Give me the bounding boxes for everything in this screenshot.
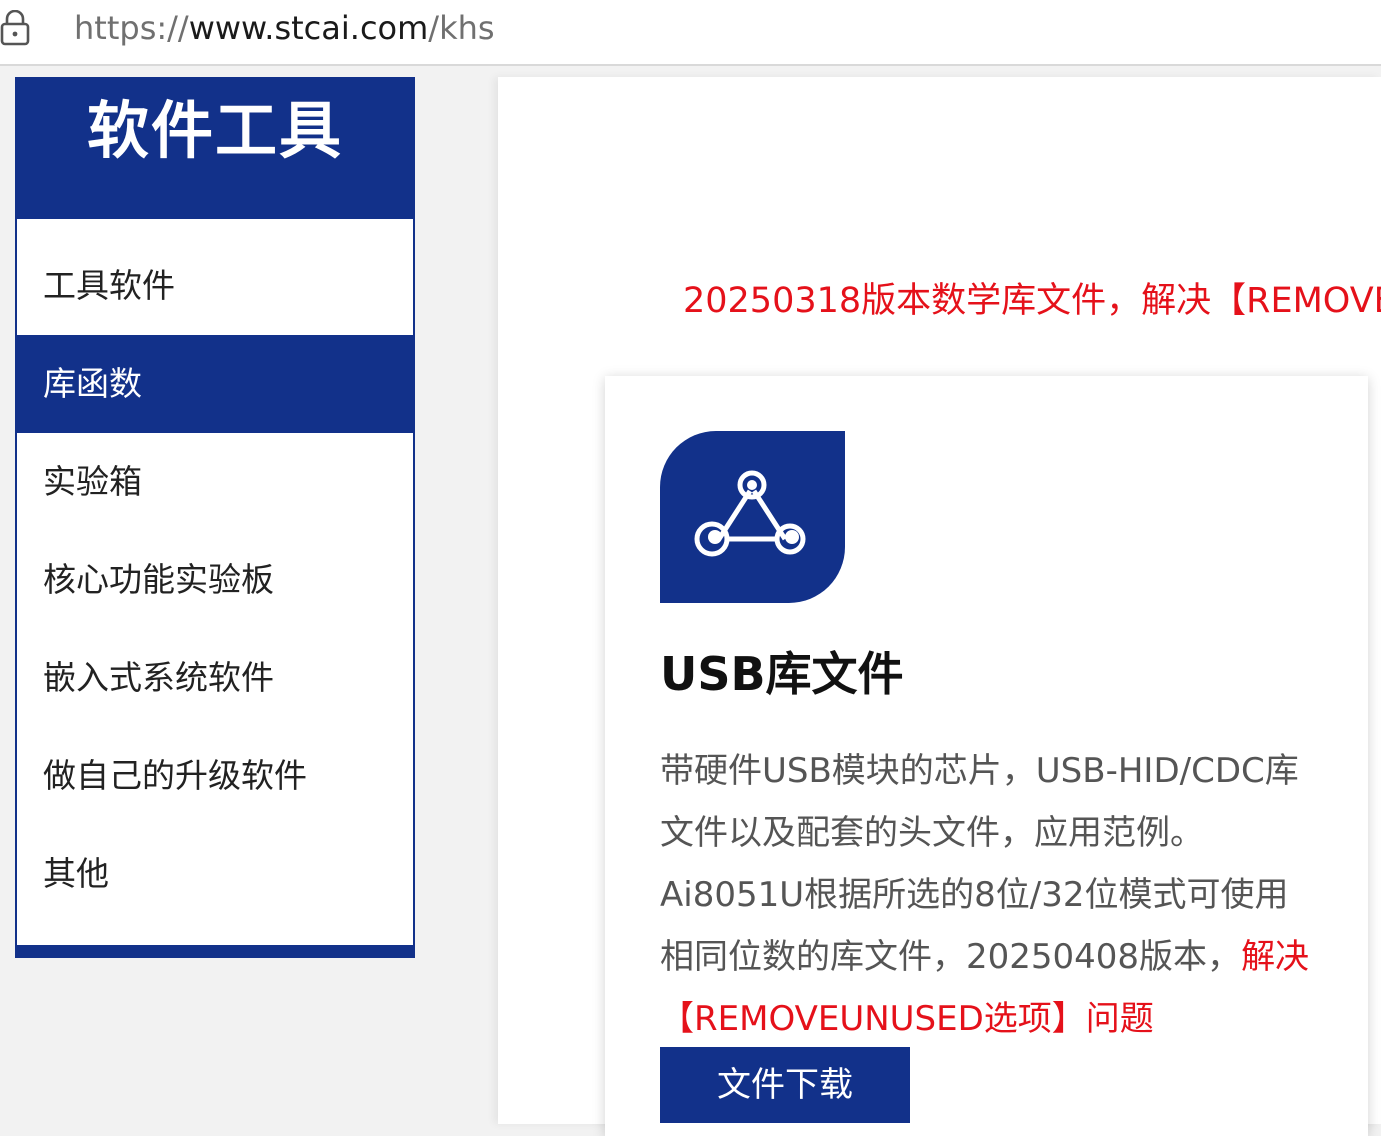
sidebar-title: 软件工具 [86,94,343,167]
sidebar: 软件工具 工具软件 库函数 实验箱 核心功能实验板 嵌入式系统软件 做自己的升级… [15,77,415,958]
url-host: www.stcai.com [188,9,429,47]
sidebar-item-tool-software[interactable]: 工具软件 [17,237,413,335]
sidebar-item-experiment-box[interactable]: 实验箱 [17,433,413,531]
sidebar-item-core-experiment-board[interactable]: 核心功能实验板 [17,531,413,629]
url-text[interactable]: https://www.stcai.com/khs [74,8,495,48]
sidebar-item-embedded-system-software[interactable]: 嵌入式系统软件 [17,629,413,727]
notice-link[interactable]: 20250318版本数学库文件，解决【REMOVE [683,276,1381,326]
download-button[interactable]: 文件下载 [660,1047,910,1123]
card-description: 带硬件USB模块的芯片，USB-HID/CDC库文件以及配套的头文件，应用范例。… [660,740,1320,1050]
sidebar-item-other[interactable]: 其他 [17,825,413,923]
card-title: USB库文件 [660,647,904,701]
main-content: 20250318版本数学库文件，解决【REMOVE USB库文件 带硬件USB模… [498,77,1381,1136]
lock-icon[interactable] [0,9,30,46]
card-icon-badge [660,431,845,603]
sidebar-item-library-functions[interactable]: 库函数 [17,335,413,433]
url-scheme: https:// [74,9,189,47]
sidebar-item-upgrade-software[interactable]: 做自己的升级软件 [17,727,413,825]
card-description-text: 带硬件USB模块的芯片，USB-HID/CDC库文件以及配套的头文件，应用范例。… [660,751,1299,977]
usb-library-card: USB库文件 带硬件USB模块的芯片，USB-HID/CDC库文件以及配套的头文… [605,376,1368,1136]
address-bar[interactable]: https://www.stcai.com/khs [0,0,1381,66]
url-path: /khs [428,9,495,47]
sidebar-nav: 工具软件 库函数 实验箱 核心功能实验板 嵌入式系统软件 做自己的升级软件 其他 [17,219,413,945]
